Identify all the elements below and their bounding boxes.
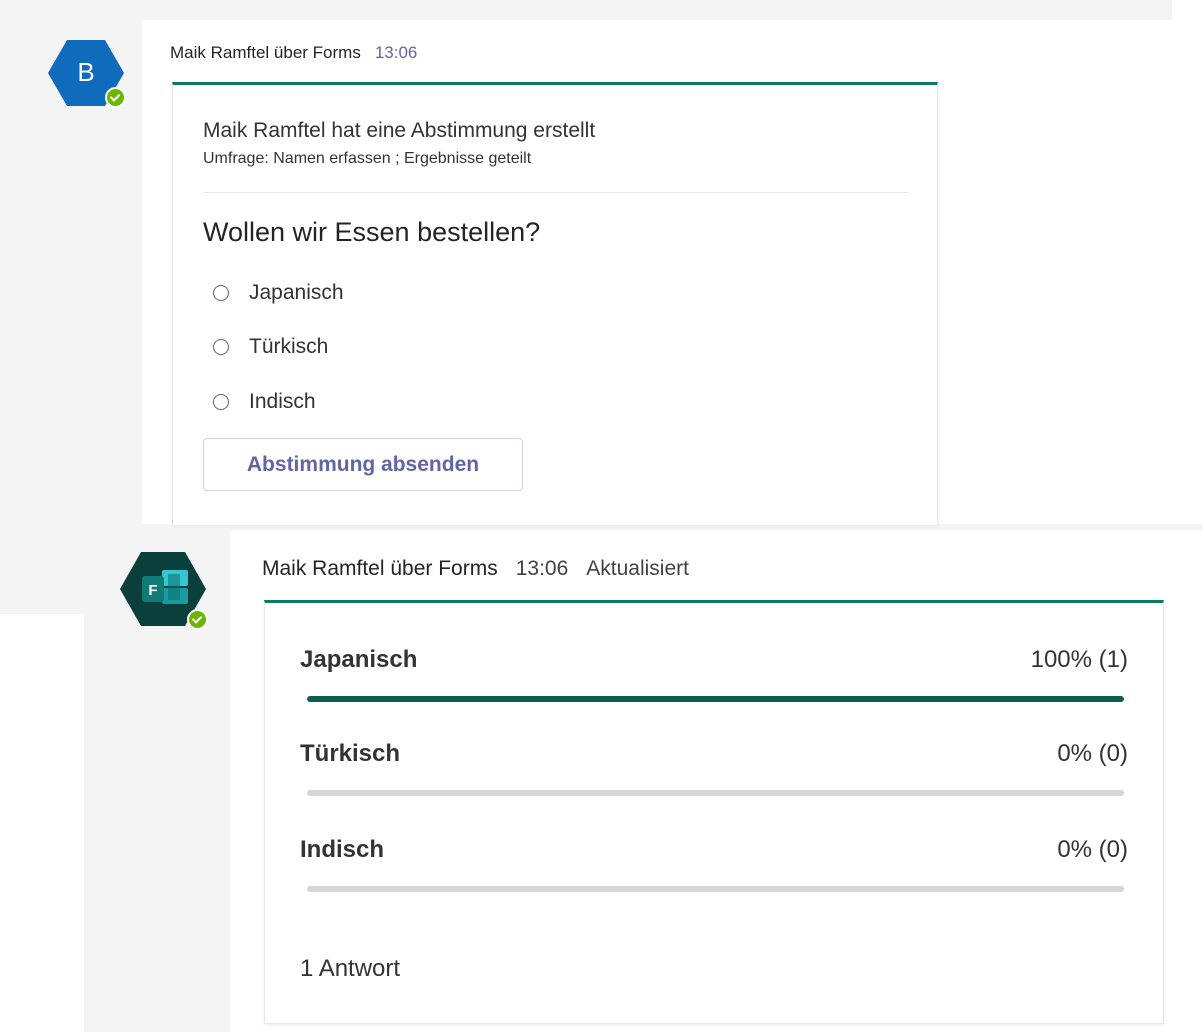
sender-name[interactable]: Maik Ramftel über Forms [170,43,361,62]
result-label: Türkisch [300,740,401,767]
radio-button[interactable] [213,339,229,355]
poll-option-label: Türkisch [249,335,329,358]
poll-option[interactable]: Japanisch [213,280,344,306]
poll-option-label: Japanisch [249,281,344,304]
poll-option-label: Indisch [249,390,316,413]
result-bar [307,696,1124,702]
result-bar [307,790,1124,796]
poll-option[interactable]: Türkisch [213,334,328,360]
presence-available-icon [187,609,208,630]
submit-vote-button[interactable]: Abstimmung absenden [203,438,523,491]
result-label: Indisch [300,836,385,863]
timestamp: 13:06 [374,43,418,62]
poll-card: Maik Ramftel hat eine Abstimmung erstell… [172,82,938,525]
svg-text:F: F [148,582,157,599]
message-header: Maik Ramftel über Forms 13:06 Aktualisiert [262,557,689,581]
poll-card-subtitle: Umfrage: Namen erfassen ; Ergebnisse get… [203,150,532,167]
poll-option[interactable]: Indisch [213,389,316,415]
radio-button[interactable] [213,394,229,410]
timestamp: 13:06 [515,557,569,580]
radio-button[interactable] [213,285,229,301]
message-header: Maik Ramftel über Forms 13:06 [170,43,417,63]
divider [203,192,909,193]
result-bar-fill [307,696,1124,702]
result-label: Japanisch [300,646,418,673]
updated-label: Aktualisiert [586,557,689,580]
response-count: 1 Antwort [300,955,401,982]
results-card: Japanisch 100% (1) Türkisch 0% (0) Indis… [264,600,1164,1024]
poll-question: Wollen wir Essen bestellen? [203,217,541,247]
result-value: 0% (0) [1057,836,1128,863]
result-value: 100% (1) [1030,646,1128,673]
presence-available-icon [105,87,126,108]
poll-card-title: Maik Ramftel hat eine Abstimmung erstell… [203,119,596,142]
result-value: 0% (0) [1057,740,1128,767]
result-bar [307,886,1124,892]
sender-name[interactable]: Maik Ramftel über Forms [262,557,498,580]
